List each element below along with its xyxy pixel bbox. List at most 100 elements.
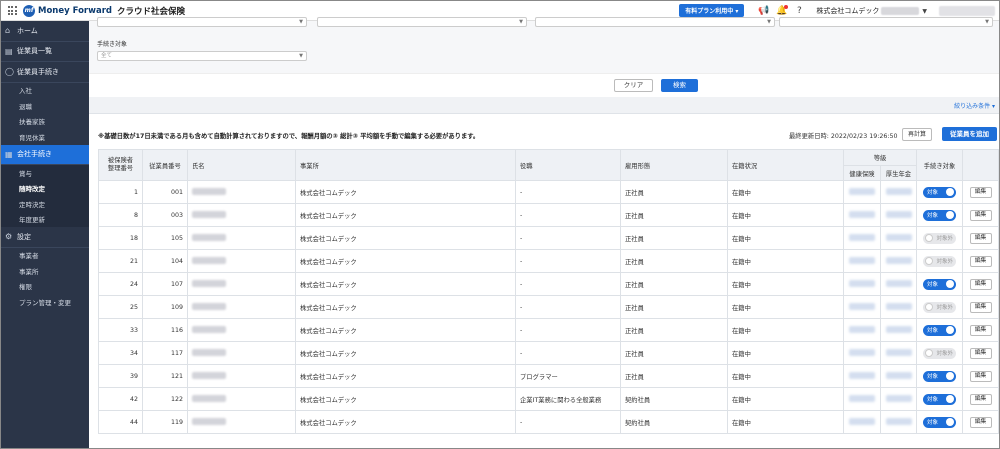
edit-cell: 編集 xyxy=(962,226,999,250)
target-toggle[interactable]: 対象外 xyxy=(923,255,956,267)
sidebar-sub-annual-update[interactable]: 年度更新 xyxy=(1,211,89,227)
app-switcher-icon[interactable] xyxy=(1,1,23,21)
target-toggle-label: 対象 xyxy=(927,282,939,288)
employee-no-cell: 104 xyxy=(142,249,188,273)
sidebar-item-company-procedures[interactable]: ▦ 会社手続き xyxy=(1,144,89,165)
pension-grade-cell xyxy=(880,226,917,250)
filter-select-2[interactable]: ▼ xyxy=(317,17,527,27)
filter-panel: ▼ ▼ ▼ ▼ 手続き対象 全て ▼ xyxy=(89,17,999,73)
sidebar-sub-plan[interactable]: プラン管理・変更 xyxy=(1,294,89,310)
plan-badge[interactable]: 有料プラン利用中 ▾ xyxy=(679,4,745,17)
megaphone-icon[interactable]: 📢 xyxy=(758,6,769,16)
health-grade-cell xyxy=(843,295,881,319)
name-cell xyxy=(187,226,296,250)
target-toggle-label: 対象 xyxy=(927,374,939,380)
edit-button[interactable]: 編集 xyxy=(969,324,992,336)
employment-cell: 正社員 xyxy=(620,272,728,296)
edit-button[interactable]: 編集 xyxy=(969,232,992,244)
filter-select-3[interactable]: ▼ xyxy=(535,17,775,27)
edit-button[interactable]: 編集 xyxy=(969,209,992,221)
edit-button[interactable]: 編集 xyxy=(969,370,992,382)
edit-button[interactable]: 編集 xyxy=(969,416,992,428)
health-grade-cell xyxy=(843,180,881,204)
procedure-filter-select[interactable]: 全て ▼ xyxy=(97,51,307,61)
recalculate-button[interactable]: 再計算 xyxy=(902,128,932,141)
sidebar-item-employee-procedures[interactable]: ◯ 従業員手続き xyxy=(1,62,89,83)
sidebar-sub-business-owner[interactable]: 事業者 xyxy=(1,248,89,264)
sidebar-item-label: 会社手続き xyxy=(17,150,52,159)
status-cell: 在籍中 xyxy=(727,295,844,319)
status-cell: 在籍中 xyxy=(727,180,844,204)
insured-no-cell: 21 xyxy=(98,249,143,273)
position-cell: プログラマー xyxy=(515,364,621,388)
sidebar-sub-childcare[interactable]: 育児休業 xyxy=(1,129,89,145)
table-row: 39 121 株式会社コムデック プログラマー 正社員 在籍中 対象 編集 xyxy=(98,364,999,388)
toggle-knob xyxy=(946,211,954,219)
pension-grade-cell xyxy=(880,410,917,434)
table-row: 18 105 株式会社コムデック - 正社員 在籍中 対象外 編集 xyxy=(98,226,999,250)
header-edit xyxy=(962,149,999,181)
target-toggle[interactable]: 対象外 xyxy=(923,347,956,359)
logo[interactable]: mf Money Forward クラウド社会保険 xyxy=(23,4,185,17)
sidebar-sub-retire[interactable]: 退職 xyxy=(1,98,89,114)
sidebar-item-settings[interactable]: ⚙ 設定 xyxy=(1,227,89,248)
bell-icon[interactable]: 🔔 xyxy=(776,4,789,16)
name-blurred xyxy=(192,188,226,196)
edit-button[interactable]: 編集 xyxy=(969,301,992,313)
sidebar-sub-regular-determination[interactable]: 定時決定 xyxy=(1,196,89,212)
pension-grade-blurred xyxy=(885,234,912,242)
edit-button[interactable]: 編集 xyxy=(969,278,992,290)
procedure-filter-label: 手続き対象 xyxy=(97,41,128,48)
edit-cell: 編集 xyxy=(962,203,999,227)
health-grade-blurred xyxy=(849,280,875,288)
target-toggle[interactable]: 対象外 xyxy=(923,232,956,244)
sidebar-sub-dependents[interactable]: 扶養家族 xyxy=(1,114,89,130)
narrow-conditions-toggle[interactable]: 絞り込み条件 ▾ xyxy=(954,101,995,110)
status-cell: 在籍中 xyxy=(727,364,844,388)
target-toggle[interactable]: 対象 xyxy=(923,209,956,221)
filter-select-1[interactable]: ▼ xyxy=(97,17,307,27)
sidebar-item-home[interactable]: ⌂ ホーム xyxy=(1,21,89,42)
pension-grade-cell xyxy=(880,295,917,319)
clear-button[interactable]: クリア xyxy=(614,79,653,92)
toggle-knob xyxy=(946,418,954,426)
help-icon[interactable]: ? xyxy=(794,6,804,16)
sidebar-sub-bonus[interactable]: 賞与 xyxy=(1,165,89,181)
search-button[interactable]: 検索 xyxy=(661,79,698,92)
status-cell: 在籍中 xyxy=(727,226,844,250)
target-toggle[interactable]: 対象 xyxy=(923,186,956,198)
sidebar-sub-offices[interactable]: 事業所 xyxy=(1,263,89,279)
header-health-insurance: 健康保険 xyxy=(843,165,881,181)
target-cell: 対象 xyxy=(916,364,963,388)
pension-grade-blurred xyxy=(885,280,912,288)
health-grade-blurred xyxy=(849,234,875,242)
pension-grade-blurred xyxy=(885,257,912,265)
user-menu[interactable] xyxy=(939,5,995,16)
target-toggle[interactable]: 対象 xyxy=(923,416,956,428)
edit-button[interactable]: 編集 xyxy=(969,186,992,198)
filter-select-4[interactable]: ▼ xyxy=(779,17,993,27)
target-cell: 対象 xyxy=(916,180,963,204)
target-toggle[interactable]: 対象 xyxy=(923,278,956,290)
target-toggle[interactable]: 対象外 xyxy=(923,301,956,313)
edit-button[interactable]: 編集 xyxy=(969,393,992,405)
target-toggle-label: 対象 xyxy=(927,420,939,426)
sidebar-sub-permissions[interactable]: 権限 xyxy=(1,279,89,295)
office-cell: 株式会社コムデック xyxy=(295,203,516,227)
sidebar-sub-occasional-revision[interactable]: 随時改定 xyxy=(1,180,89,196)
edit-cell: 編集 xyxy=(962,295,999,319)
sidebar-sub-hire[interactable]: 入社 xyxy=(1,83,89,99)
edit-button[interactable]: 編集 xyxy=(969,347,992,359)
pension-grade-blurred xyxy=(885,395,912,403)
target-cell: 対象外 xyxy=(916,249,963,273)
company-selector[interactable]: 株式会社コムデック ▼ xyxy=(816,6,927,16)
sidebar-item-employees[interactable]: ▤ 従業員一覧 xyxy=(1,42,89,62)
target-toggle[interactable]: 対象 xyxy=(923,393,956,405)
edit-button[interactable]: 編集 xyxy=(969,255,992,267)
position-cell: - xyxy=(515,203,621,227)
employment-cell: 契約社員 xyxy=(620,387,728,411)
edit-cell: 編集 xyxy=(962,341,999,365)
target-toggle[interactable]: 対象 xyxy=(923,370,956,382)
target-toggle[interactable]: 対象 xyxy=(923,324,956,336)
add-employee-button[interactable]: 従業員を追加 xyxy=(942,127,997,141)
